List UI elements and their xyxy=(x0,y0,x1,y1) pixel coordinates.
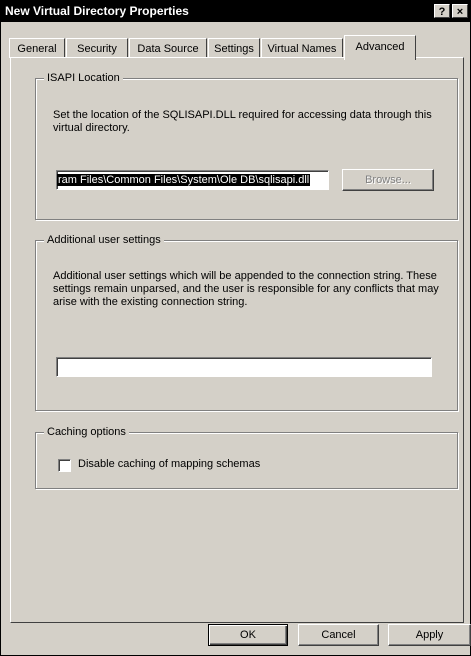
window-title: New Virtual Directory Properties xyxy=(5,4,189,18)
isapi-description: Set the location of the SQLISAPI.DLL req… xyxy=(53,109,432,134)
tab-security[interactable]: Security xyxy=(66,38,128,58)
tab-general[interactable]: General xyxy=(9,38,65,58)
isapi-path-value: ram Files\Common Files\System\Ole DB\sql… xyxy=(57,174,311,186)
caching-options-group: Caching options Disable caching of mappi… xyxy=(35,426,458,489)
dialog-window: New Virtual Directory Properties ? × Gen… xyxy=(0,0,471,656)
caching-options-legend: Caching options xyxy=(44,426,129,438)
disable-caching-label[interactable]: Disable caching of mapping schemas xyxy=(78,458,260,471)
browse-button[interactable]: Browse... xyxy=(342,169,434,191)
isapi-path-input[interactable]: ram Files\Common Files\System\Ole DB\sql… xyxy=(56,170,329,190)
disable-caching-checkbox[interactable] xyxy=(58,459,71,472)
additional-settings-description: Additional user settings which will be a… xyxy=(53,270,439,308)
close-icon[interactable]: × xyxy=(452,4,468,18)
ok-button[interactable]: OK xyxy=(208,624,288,646)
additional-settings-legend: Additional user settings xyxy=(44,234,164,246)
tab-advanced[interactable]: Advanced xyxy=(344,35,416,60)
apply-button[interactable]: Apply xyxy=(388,624,471,646)
additional-settings-group: Additional user settings Additional user… xyxy=(35,234,458,411)
cancel-button[interactable]: Cancel xyxy=(298,624,379,646)
tab-settings[interactable]: Settings xyxy=(208,38,260,58)
tab-virtual-names[interactable]: Virtual Names xyxy=(261,38,343,58)
help-icon[interactable]: ? xyxy=(434,4,450,18)
title-bar[interactable]: New Virtual Directory Properties ? × xyxy=(1,1,470,22)
additional-settings-input[interactable] xyxy=(56,357,432,377)
tab-data-source[interactable]: Data Source xyxy=(129,38,207,58)
tab-panel-advanced: ISAPI Location Set the location of the S… xyxy=(10,57,464,623)
isapi-location-group: ISAPI Location Set the location of the S… xyxy=(35,72,458,220)
isapi-location-legend: ISAPI Location xyxy=(44,72,123,84)
